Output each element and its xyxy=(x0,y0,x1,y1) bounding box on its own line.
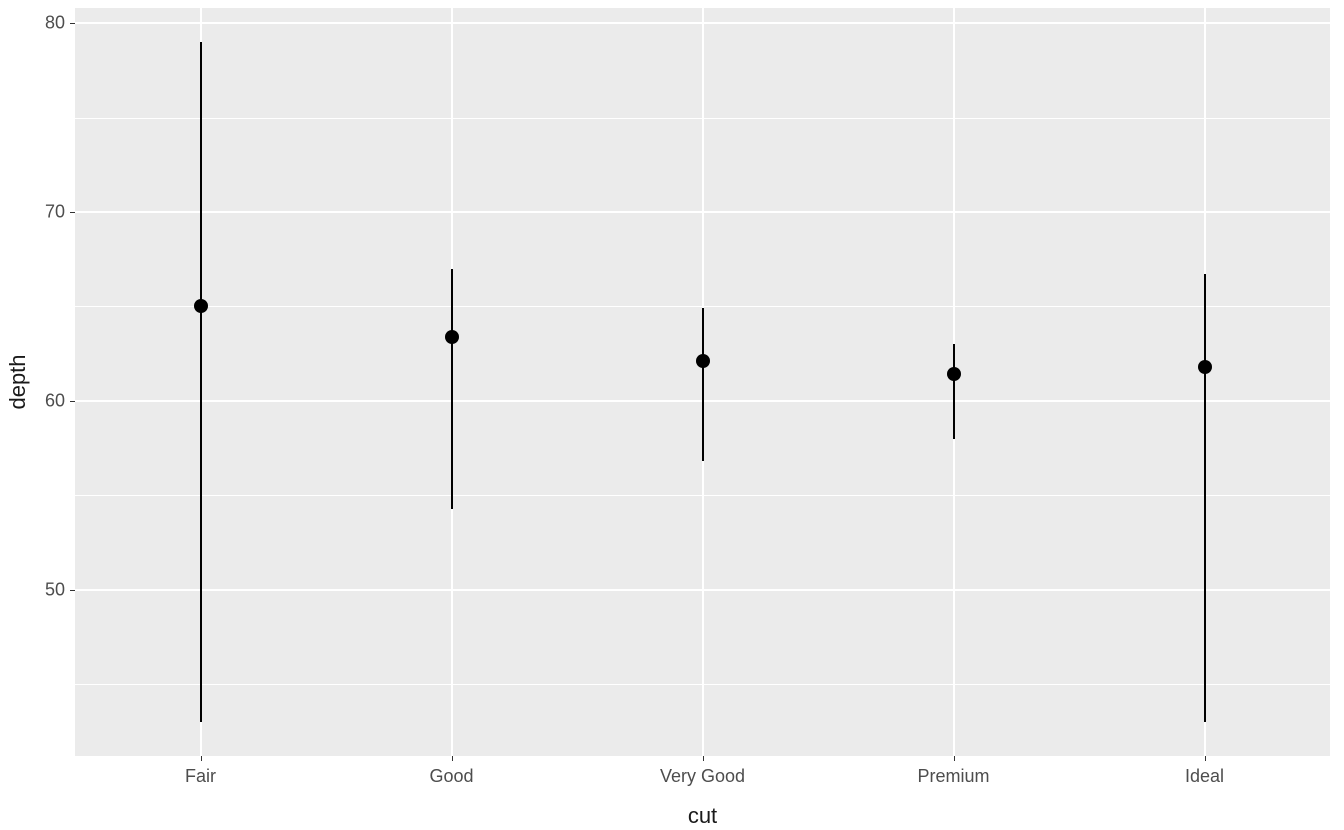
pointrange-bar xyxy=(702,308,704,461)
x-tick-label: Fair xyxy=(185,766,216,787)
y-tick-label: 50 xyxy=(45,579,65,600)
y-tick-mark xyxy=(70,590,75,591)
y-tick-label: 70 xyxy=(45,202,65,223)
x-tick-mark xyxy=(703,756,704,761)
pointrange-bar xyxy=(1204,274,1206,722)
y-axis-title: depth xyxy=(5,354,31,409)
pointrange-dot xyxy=(696,354,710,368)
x-tick-label: Very Good xyxy=(660,766,745,787)
pointrange-dot xyxy=(445,330,459,344)
y-tick-mark xyxy=(70,212,75,213)
pointrange-dot xyxy=(947,367,961,381)
x-axis-title: cut xyxy=(688,803,717,829)
pointrange-dot xyxy=(1198,360,1212,374)
y-tick-label: 60 xyxy=(45,390,65,411)
pointrange-bar xyxy=(451,269,453,509)
x-tick-label: Ideal xyxy=(1185,766,1224,787)
x-tick-mark xyxy=(954,756,955,761)
x-tick-mark xyxy=(1205,756,1206,761)
plot-panel xyxy=(75,8,1330,756)
x-tick-mark xyxy=(201,756,202,761)
y-tick-mark xyxy=(70,23,75,24)
y-tick-label: 80 xyxy=(45,13,65,34)
pointrange-bar xyxy=(953,344,955,438)
pointrange-dot xyxy=(194,299,208,313)
y-tick-mark xyxy=(70,401,75,402)
x-tick-label: Good xyxy=(429,766,473,787)
x-tick-label: Premium xyxy=(917,766,989,787)
chart-container: 50 60 70 80 Fair Good Very Good Premium Ideal d… xyxy=(0,0,1344,830)
pointrange-bar xyxy=(200,42,202,722)
x-tick-mark xyxy=(452,756,453,761)
